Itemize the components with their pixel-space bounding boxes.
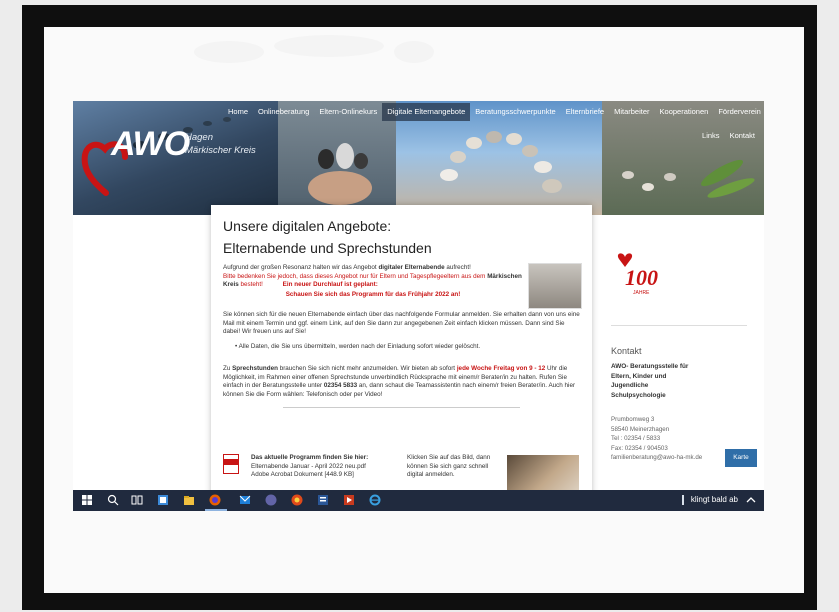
- programm-callout: Schauen Sie sich das Programm für das Fr…: [285, 290, 461, 298]
- mail-icon[interactable]: [239, 494, 251, 506]
- pdf-icon[interactable]: [223, 454, 239, 474]
- nav-elternbriefe[interactable]: Elternbriefe: [561, 103, 609, 121]
- nav-onlineberatung[interactable]: Onlineberatung: [253, 103, 314, 121]
- internet-explorer-icon[interactable]: [369, 494, 381, 506]
- nav-digitale-elternangebote[interactable]: Digitale Elternangebote: [382, 103, 471, 121]
- task-view-icon[interactable]: [131, 494, 143, 506]
- sidebar-divider: [611, 325, 747, 326]
- sidebar-org: AWO- Beratungsstelle für Eltern, Kinder …: [611, 363, 689, 399]
- logo-brand: AWO: [111, 125, 190, 163]
- teams-icon[interactable]: [265, 494, 277, 506]
- nav-beratungsschwerpunkte[interactable]: Beratungsschwerpunkte: [470, 103, 560, 121]
- site-header: Home Onlineberatung Eltern-Onlinekurs Di…: [73, 101, 764, 215]
- page-subtitle: Elternabende und Sprechstunden: [223, 240, 432, 256]
- download-title: Das aktuelle Programm finden Sie hier:: [251, 454, 369, 461]
- click-hint: Klicken Sie auf das Bild, dann können Si…: [407, 454, 491, 478]
- glare: [194, 41, 264, 63]
- svg-text:JAHRE: JAHRE: [633, 290, 650, 296]
- sprechstunden-paragraph: Zu Sprechstunden brauchen Sie sich nicht…: [223, 365, 576, 398]
- nav-kontakt[interactable]: Kontakt: [725, 127, 760, 145]
- map-button[interactable]: Karte: [725, 449, 757, 467]
- weather-icon: [682, 495, 684, 505]
- 100-jahre-badge: 100 JAHRE: [613, 249, 673, 303]
- nav-mitarbeiter[interactable]: Mitarbeiter: [609, 103, 654, 121]
- download-link[interactable]: Elternabende Januar - April 2022 neu.pdf: [251, 463, 391, 472]
- word-icon[interactable]: [317, 494, 329, 506]
- windows-start-icon[interactable]: [81, 494, 93, 506]
- logo-subtitle: Hagen Märkischer Kreis: [185, 131, 256, 157]
- glare: [394, 41, 434, 63]
- privacy-bullet: • Alle Daten, die Sie uns übermitteln, w…: [235, 342, 481, 350]
- search-icon[interactable]: [107, 494, 119, 506]
- active-app-indicator: [205, 509, 227, 511]
- intro-paragraph: Aufgrund der großen Resonanz halten wir …: [223, 264, 522, 288]
- nav-links[interactable]: Links: [697, 127, 725, 145]
- logo-line-2: Märkischer Kreis: [185, 145, 256, 156]
- chevron-up-icon[interactable]: [745, 494, 757, 506]
- glare: [274, 35, 384, 57]
- download-block: Das aktuelle Programm finden Sie hier: E…: [251, 454, 391, 480]
- main-content: Unsere digitalen Angebote: Elternabende …: [211, 205, 592, 511]
- divider: [283, 407, 520, 408]
- firefox-icon[interactable]: [209, 494, 221, 506]
- sidebar-contact-title: Kontakt: [611, 346, 642, 356]
- browser-icon[interactable]: [291, 494, 303, 506]
- logo-line-1: Hagen: [185, 132, 213, 143]
- file-explorer-icon[interactable]: [183, 494, 195, 506]
- page-title: Unsere digitalen Angebote:: [223, 218, 392, 234]
- secondary-nav: Links Kontakt: [697, 127, 760, 145]
- sidebar-address: Prumbomweg 3 58540 Meinerzhagen Tel : 02…: [611, 416, 703, 463]
- taskbar-status-text: klingt bald ab: [690, 495, 738, 504]
- app-icon[interactable]: [157, 494, 169, 506]
- download-filetype: Adobe Acrobat Dokument [448.9 KB]: [251, 471, 354, 478]
- nav-home[interactable]: Home: [223, 103, 253, 121]
- main-nav: Home Onlineberatung Eltern-Onlinekurs Di…: [223, 103, 764, 121]
- media-player-icon[interactable]: [343, 494, 355, 506]
- nav-eltern-onlinekurs[interactable]: Eltern-Onlinekurs: [314, 103, 382, 121]
- windows-taskbar: klingt bald ab: [73, 490, 764, 511]
- email-link[interactable]: familienberatung@awo-ha-mk.de: [611, 453, 702, 463]
- browser-screen: Home Onlineberatung Eltern-Onlinekurs Di…: [73, 101, 764, 511]
- registration-paragraph: Sie können sich für die neuen Elternaben…: [223, 311, 580, 335]
- svg-text:100: 100: [625, 265, 658, 290]
- nav-kooperationen[interactable]: Kooperationen: [655, 103, 714, 121]
- nav-foerderverein[interactable]: Förderverein: [713, 103, 764, 121]
- woman-laptop-image: [528, 263, 582, 309]
